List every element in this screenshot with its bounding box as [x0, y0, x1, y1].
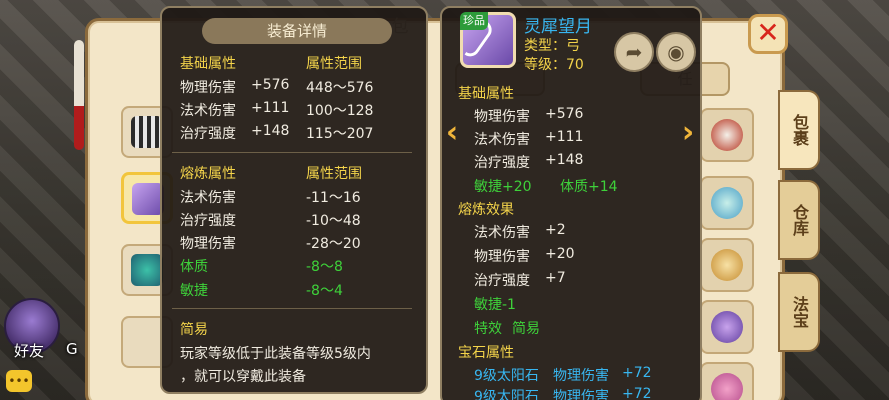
item-refine-name: 物理伤害	[474, 249, 530, 265]
side-tab-warehouse[interactable]: 仓库	[778, 180, 820, 260]
simple-line-2: ，就可以穿戴此装备	[180, 369, 306, 385]
item-gem-attr: 物理伤害	[553, 389, 609, 400]
base-row-range: 115～207	[306, 126, 374, 142]
item-base-name: 物理伤害	[474, 109, 530, 125]
item-gem-name: 9级太阳石	[474, 389, 539, 400]
map-icon	[711, 249, 743, 281]
refine-row-name: 体质	[180, 259, 208, 275]
refine-row-range: -11～16	[306, 190, 361, 206]
side-tab-bag-label: 包裹	[790, 114, 809, 146]
refine-row-range: -8～8	[306, 259, 343, 275]
item-special-value: 简易	[512, 321, 540, 337]
item-level: 等级：70	[524, 57, 584, 73]
refine-row-range: -10～48	[306, 213, 361, 229]
item-refine-agility: 敏捷-1	[474, 297, 516, 313]
next-arrow-icon[interactable]: ›	[678, 118, 698, 148]
base-row-name: 法术伤害	[180, 103, 236, 119]
tassel-decoration	[74, 40, 84, 150]
orb-icon	[711, 373, 743, 400]
armor-icon	[131, 254, 163, 286]
grid-slot[interactable]	[700, 176, 754, 230]
base-row-range: 100～128	[306, 103, 374, 119]
side-tab-warehouse-label: 仓库	[790, 204, 809, 236]
base-row-range: 448～576	[306, 80, 374, 96]
simple-line-1: 玩家等级低于此装备等级5级内	[180, 346, 371, 362]
item-refine-value: +7	[545, 270, 566, 286]
refine-row-range: -28～20	[306, 236, 361, 252]
divider	[172, 308, 412, 309]
hud-side-label: G	[66, 340, 78, 358]
side-tab-treasure[interactable]: 法宝	[778, 272, 820, 352]
item-refine-value: +2	[545, 222, 566, 238]
side-tab-treasure-label: 法宝	[790, 296, 809, 328]
refine-row-name: 敏捷	[180, 283, 208, 299]
share-icon: ➦	[625, 40, 643, 64]
item-base-value: +148	[545, 152, 584, 168]
item-refine-header: 熔炼效果	[458, 202, 514, 218]
helmet-icon	[131, 116, 163, 148]
item-base-name: 法术伤害	[474, 132, 530, 148]
base-attr-header: 基础属性	[180, 56, 236, 72]
refine-row-name: 物理伤害	[180, 236, 236, 252]
share-button[interactable]: ➦	[614, 32, 654, 72]
rarity-badge: 珍品	[460, 12, 488, 30]
item-base-header: 基础属性	[458, 86, 514, 102]
refine-row-name: 法术伤害	[180, 190, 236, 206]
scroll-icon	[711, 187, 743, 219]
chat-icon[interactable]: •••	[6, 370, 32, 392]
grid-slot[interactable]	[700, 300, 754, 354]
item-refine-value: +20	[545, 246, 575, 262]
item-base-value: +576	[545, 106, 584, 122]
refine-range-header: 属性范围	[306, 166, 362, 182]
grid-slot[interactable]	[700, 108, 754, 162]
item-refine-name: 治疗强度	[474, 273, 530, 289]
panel-title: 装备详情	[202, 18, 392, 44]
item-gem-attr: 物理伤害	[553, 368, 609, 384]
pouch-icon	[711, 311, 743, 343]
friends-label[interactable]: 好友	[14, 340, 44, 361]
refine-row-range: -8～4	[306, 283, 343, 299]
grid-slot[interactable]	[700, 238, 754, 292]
item-name: 灵犀望月	[524, 17, 592, 37]
base-row-name: 物理伤害	[180, 80, 236, 96]
base-range-header: 属性范围	[306, 56, 362, 72]
refine-row-name: 治疗强度	[180, 213, 236, 229]
item-special-label: 特效	[474, 321, 502, 337]
base-row-name: 治疗强度	[180, 126, 236, 142]
item-gem-name: 9级太阳石	[474, 368, 539, 384]
eye-icon: ◉	[667, 40, 685, 64]
item-base-value: +111	[545, 129, 584, 145]
close-icon[interactable]: ✕	[748, 14, 788, 54]
view-button[interactable]: ◉	[656, 32, 696, 72]
item-extra-constitution: 体质+14	[560, 179, 618, 195]
divider	[172, 152, 412, 153]
item-extra-agility: 敏捷+20	[474, 179, 532, 195]
grid-slot[interactable]	[700, 362, 754, 400]
item-gem-value: +72	[622, 365, 652, 381]
base-row-value: +148	[251, 123, 290, 139]
base-row-value: +111	[251, 100, 290, 116]
item-base-name: 治疗强度	[474, 155, 530, 171]
side-tab-bag[interactable]: 包裹	[778, 90, 820, 170]
base-row-value: +576	[251, 77, 290, 93]
item-type: 类型：弓	[524, 38, 580, 54]
simple-header: 简易	[180, 322, 208, 338]
item-gem-header: 宝石属性	[458, 345, 514, 361]
item-gem-value: +72	[622, 386, 652, 400]
refine-attr-header: 熔炼属性	[180, 166, 236, 182]
left-hud: 好友 G •••	[0, 0, 85, 400]
necklace-icon	[711, 119, 743, 151]
prev-arrow-icon[interactable]: ‹	[442, 118, 462, 148]
item-refine-name: 法术伤害	[474, 225, 530, 241]
